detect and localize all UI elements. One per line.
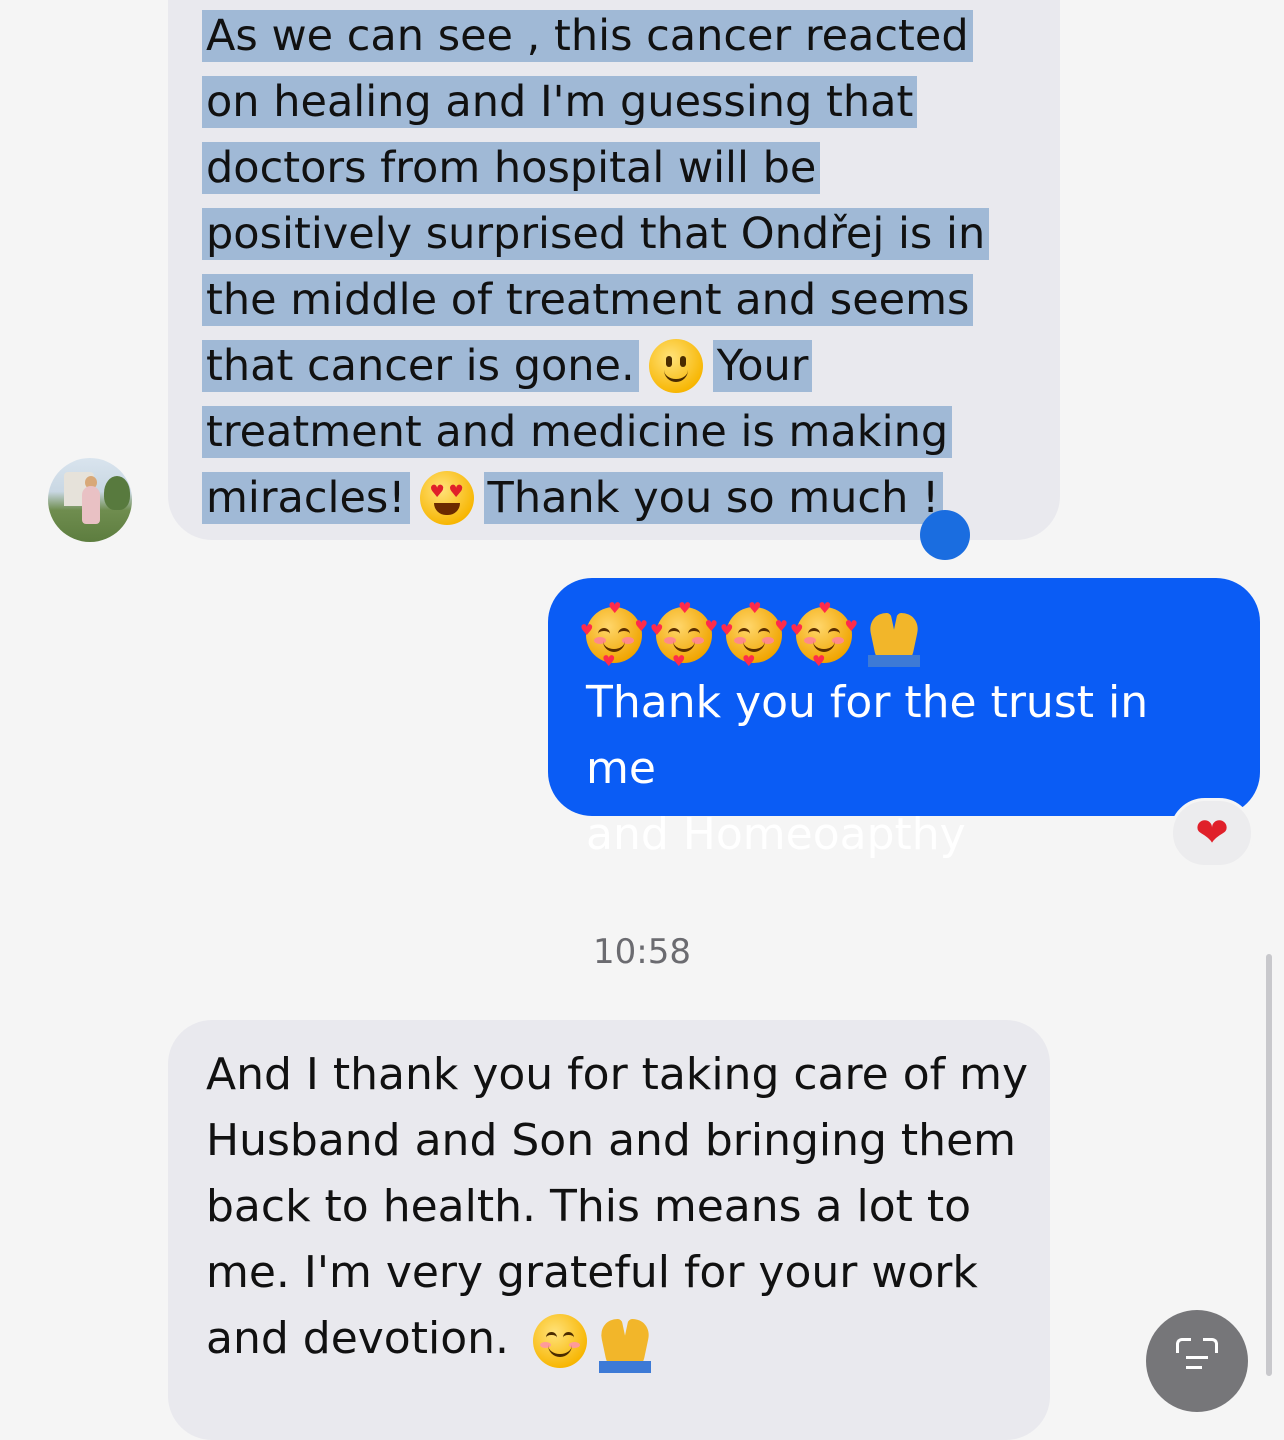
smiling-face-with-hearts-icon: ♥ ♥ ♥ ♥ (720, 599, 788, 670)
incoming-message-line: Husband and Son and bringing them (206, 1115, 1017, 1166)
incoming-message-bubble[interactable]: As we can see , this cancer reacted on h… (168, 0, 1060, 540)
message-timestamp: 10:58 (593, 932, 691, 972)
emoji-row: ♥ ♥ ♥ ♥ ♥ ♥ ♥ ♥ ♥ ♥ ♥ ♥ ♥ ♥ ♥ ♥ (580, 599, 1230, 670)
outgoing-message-line: Thank you for the trust in me (586, 677, 1149, 794)
live-text-scan-icon (1176, 1338, 1218, 1380)
message-line: As we can see , this cancer reacted (202, 0, 1020, 66)
message-line: positively surprised that Ondřej is in (202, 198, 1020, 264)
selected-text[interactable]: the middle of treatment and seems (202, 273, 974, 326)
selected-text[interactable]: Thank you so much ! (483, 471, 944, 524)
smiling-face-with-hearts-icon: ♥ ♥ ♥ ♥ (650, 599, 718, 670)
folded-hands-icon (866, 605, 922, 667)
heart-eyes-face-icon: ♥ ♥ (419, 470, 474, 525)
message-line: on healing and I'm guessing that (202, 66, 1020, 132)
selected-text[interactable]: As we can see , this cancer reacted (202, 9, 973, 62)
heart-reaction-icon[interactable]: ❤ (1170, 798, 1254, 868)
folded-hands-icon (597, 1311, 653, 1373)
smiling-face-with-smiling-eyes-icon (533, 1314, 587, 1368)
selection-end-handle[interactable] (920, 510, 970, 560)
incoming-message-line: And I thank you for taking care of my (206, 1049, 1028, 1100)
chat-thread: As we can see , this cancer reacted on h… (0, 0, 1284, 1440)
incoming-message-line: back to health. This means a lot to (206, 1181, 972, 1232)
slightly-smiling-face-icon (648, 338, 703, 393)
selected-text[interactable]: treatment and medicine is making (202, 405, 953, 458)
selected-text[interactable]: Your (712, 339, 813, 392)
smiling-face-with-hearts-icon: ♥ ♥ ♥ ♥ (790, 599, 858, 670)
scrollbar[interactable] (1266, 954, 1272, 1376)
message-line: that cancer is gone. Your (202, 330, 1020, 396)
message-text: and devotion. (206, 1313, 509, 1364)
selected-text[interactable]: positively surprised that Ondřej is in (202, 207, 990, 260)
smiling-face-with-hearts-icon: ♥ ♥ ♥ ♥ (580, 599, 648, 670)
outgoing-message-line: and Homeoapthy (586, 809, 966, 860)
message-line: treatment and medicine is making (202, 396, 1020, 462)
message-line: doctors from hospital will be (202, 132, 1020, 198)
incoming-message-bubble[interactable]: And I thank you for taking care of my Hu… (168, 1020, 1050, 1440)
live-text-scan-button[interactable] (1146, 1310, 1248, 1412)
selected-text[interactable]: that cancer is gone. (202, 339, 639, 392)
message-line: miracles! ♥ ♥ Thank you so much ! (202, 462, 1020, 528)
selected-text[interactable]: doctors from hospital will be (202, 141, 821, 194)
contact-avatar[interactable] (48, 458, 132, 542)
incoming-message-line: and devotion. (206, 1306, 1014, 1373)
outgoing-message-bubble[interactable]: ♥ ♥ ♥ ♥ ♥ ♥ ♥ ♥ ♥ ♥ ♥ ♥ ♥ ♥ ♥ ♥ Thank yo… (548, 578, 1260, 860)
selected-text[interactable]: on healing and I'm guessing that (202, 75, 918, 128)
message-line: the middle of treatment and seems (202, 264, 1020, 330)
incoming-message-line: me. I'm very grateful for your work (206, 1247, 978, 1298)
selected-text[interactable]: miracles! (202, 471, 410, 524)
